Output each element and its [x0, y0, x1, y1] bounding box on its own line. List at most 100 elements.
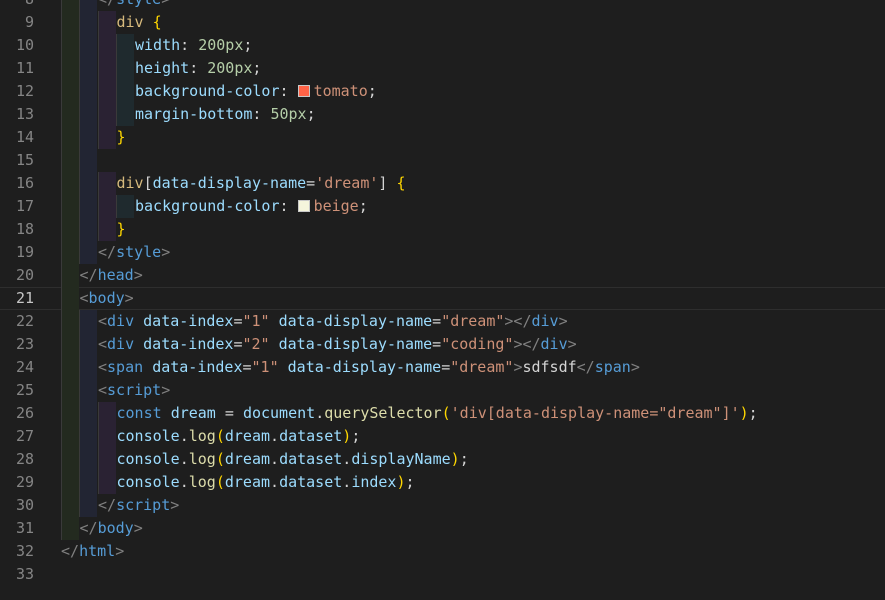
code-token: style [116, 0, 161, 8]
code-token: </ [61, 542, 80, 560]
code-token: ) [342, 427, 352, 445]
code-token: = [242, 358, 252, 376]
code-text: height: 200px; [135, 57, 261, 80]
line-number: 32 [15, 542, 34, 560]
indent-guide [61, 126, 79, 149]
code-text: </script> [98, 494, 179, 517]
code-line[interactable]: 21 <body> [0, 287, 885, 310]
code-token: dream [224, 427, 271, 445]
code-token: ) [396, 473, 406, 491]
code-line[interactable]: 22 <div data-index="1" data-display-name=… [0, 310, 885, 333]
line-number: 10 [15, 36, 34, 54]
code-line[interactable]: 25 <script> [0, 379, 885, 402]
code-line[interactable]: 24 <span data-index="1" data-display-name… [0, 356, 885, 379]
code-token: body [97, 519, 134, 537]
code-line[interactable]: 27 console.log(dream.dataset); [0, 425, 885, 448]
code-token: 200px [207, 59, 253, 77]
code-line[interactable]: 10 width: 200px; [0, 34, 885, 57]
line-number: 23 [15, 335, 34, 353]
code-token: div [116, 13, 144, 31]
indent-guide [98, 80, 116, 103]
code-line[interactable]: 16 div[data-display-name='dream'] { [0, 172, 885, 195]
indent-guide [98, 471, 116, 494]
code-token: ></ [504, 312, 532, 330]
code-token: ) [450, 450, 460, 468]
line-number: 18 [15, 220, 34, 238]
code-token: > [133, 519, 143, 537]
code-line[interactable]: 12 background-color: tomato; [0, 80, 885, 103]
code-line[interactable]: 8 </style> [0, 0, 885, 11]
code-line[interactable]: 31 </body> [0, 517, 885, 540]
code-text: <script> [98, 379, 170, 402]
code-line[interactable]: 9 div { [0, 11, 885, 34]
code-line[interactable]: 17 background-color: beige; [0, 195, 885, 218]
code-token: data-index [143, 312, 234, 330]
code-token: . [179, 427, 189, 445]
code-text: background-color: beige; [135, 195, 368, 218]
indent-guide [116, 34, 134, 57]
line-number: 17 [15, 197, 34, 215]
indent-guide [98, 34, 116, 57]
line-number: 12 [15, 82, 34, 100]
code-token: background-color [135, 82, 280, 100]
indent-guide [61, 172, 79, 195]
code-line[interactable]: 15 [0, 149, 885, 172]
code-token: ; [358, 197, 368, 215]
code-token: ] [378, 174, 397, 192]
code-token: } [116, 220, 126, 238]
code-editor[interactable]: 8</style>9div {10width: 200px;11height: … [0, 0, 885, 600]
code-token: ></ [513, 335, 541, 353]
code-token: data-display-name [278, 335, 433, 353]
code-line[interactable]: 13 margin-bottom: 50px; [0, 103, 885, 126]
code-line[interactable]: 11 height: 200px; [0, 57, 885, 80]
code-token: [ [143, 174, 153, 192]
line-number: 29 [15, 473, 34, 491]
code-text: console.log(dream.dataset.index); [117, 471, 415, 494]
code-token: "dream" [450, 358, 514, 376]
code-line[interactable]: 14} [0, 126, 885, 149]
code-token: document [242, 404, 316, 422]
indent-guide [61, 310, 79, 333]
code-text: } [117, 126, 126, 149]
code-line[interactable]: 19 </style> [0, 241, 885, 264]
code-token: > [124, 289, 134, 307]
indent-guide [98, 402, 116, 425]
code-line[interactable]: 29 console.log(dream.dataset.index); [0, 471, 885, 494]
code-token: < [79, 289, 89, 307]
line-number: 21 [15, 289, 34, 307]
code-token: . [270, 427, 280, 445]
code-token: data-display-name [278, 312, 433, 330]
code-token: script [107, 381, 162, 399]
color-swatch[interactable] [297, 85, 310, 97]
code-line[interactable]: 23 <div data-index="2" data-display-name=… [0, 333, 885, 356]
code-token: data-index [152, 358, 243, 376]
indent-guide [116, 57, 134, 80]
code-token: ; [405, 473, 415, 491]
code-line[interactable]: 28 console.log(dream.dataset.displayName)… [0, 448, 885, 471]
indent-guide [116, 195, 134, 218]
code-token: script [116, 496, 171, 514]
indent-guide [61, 425, 79, 448]
code-line[interactable]: 33 [0, 563, 885, 586]
indent-guide [79, 471, 97, 494]
code-token: 'dream' [315, 174, 379, 192]
code-line[interactable]: 20 </head> [0, 264, 885, 287]
code-line[interactable]: 18} [0, 218, 885, 241]
code-token: background-color [135, 197, 280, 215]
color-swatch[interactable] [297, 200, 310, 212]
indent-guide [61, 402, 79, 425]
code-line[interactable]: 30 </script> [0, 494, 885, 517]
code-token: div [116, 174, 144, 192]
indent-guide [79, 379, 97, 402]
code-token: < [98, 335, 108, 353]
code-token: "2" [242, 335, 270, 353]
line-number: 25 [15, 381, 34, 399]
code-line[interactable]: 26 const dream = document.querySelector('… [0, 402, 885, 425]
code-line[interactable]: 32 </html> [0, 540, 885, 563]
line-number: 26 [15, 404, 34, 422]
indent-guide [98, 172, 116, 195]
code-token: . [342, 450, 352, 468]
code-token: </ [98, 0, 116, 8]
